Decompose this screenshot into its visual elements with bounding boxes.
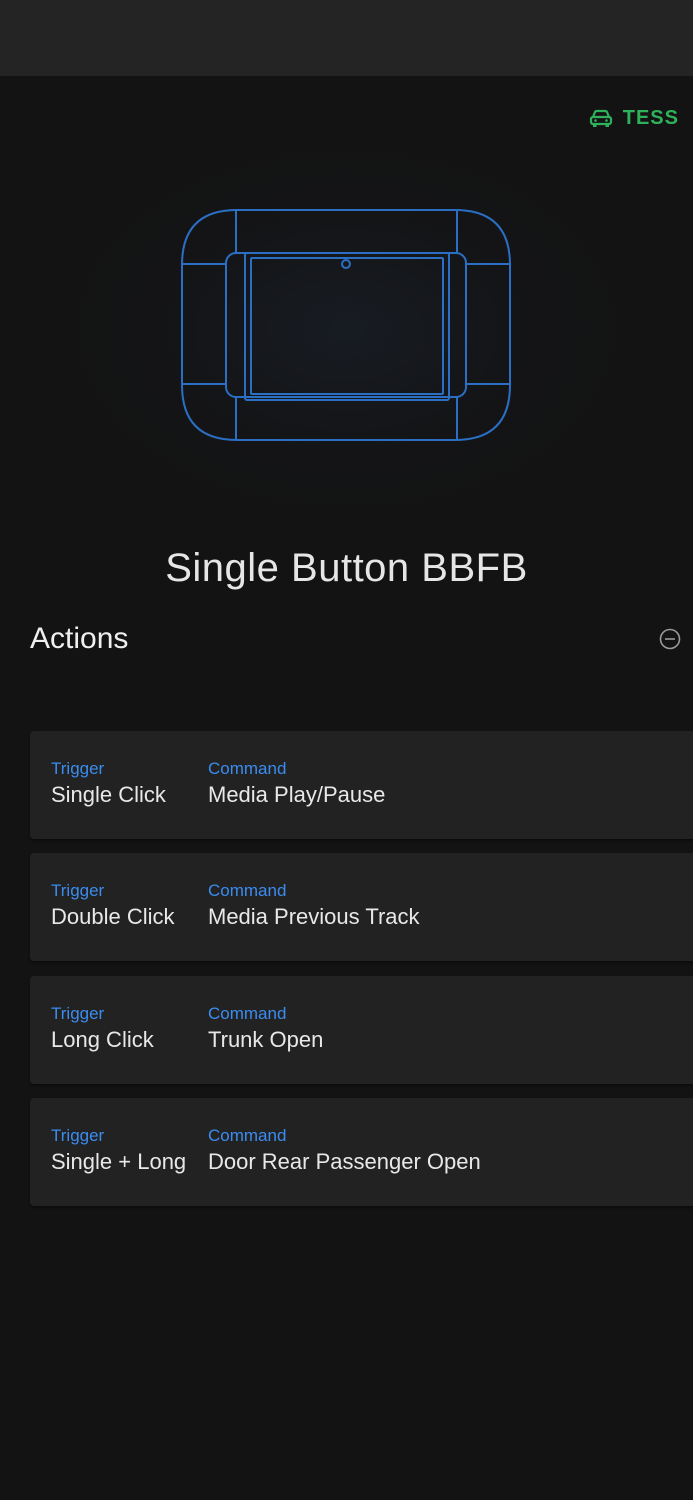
trigger-value: Double Click [51, 904, 175, 929]
trigger-column: Trigger Single + Long [51, 1126, 186, 1178]
command-label: Command [208, 1004, 287, 1023]
vehicle-name: TESS [622, 107, 679, 129]
vehicle-selector[interactable]: TESS [589, 107, 679, 130]
command-value: Media Previous Track [208, 904, 420, 929]
command-column: Command Trunk Open [208, 1004, 323, 1056]
trigger-label: Trigger [51, 1004, 105, 1023]
car-icon [589, 109, 613, 129]
trigger-column: Trigger Double Click [51, 881, 175, 933]
device-name: Single Button BBFB [165, 546, 528, 590]
trigger-label: Trigger [51, 1126, 105, 1145]
action-card[interactable]: Trigger Long Click Command Trunk Open [30, 976, 693, 1084]
trigger-value: Single + Long [51, 1149, 187, 1174]
command-column: Command Media Previous Track [208, 881, 420, 933]
command-column: Command Media Play/Pause [208, 759, 385, 811]
command-value: Media Play/Pause [208, 782, 386, 807]
collapse-actions-button[interactable] [659, 628, 681, 650]
trigger-column: Trigger Single Click [51, 759, 166, 811]
top-bar [0, 0, 693, 76]
command-label: Command [208, 759, 287, 778]
device-illustration [60, 140, 633, 520]
actions-header: Actions [30, 622, 129, 655]
trigger-value: Long Click [51, 1027, 154, 1052]
command-value: Trunk Open [208, 1027, 324, 1052]
trigger-label: Trigger [51, 881, 105, 900]
command-value: Door Rear Passenger Open [208, 1149, 481, 1174]
action-card[interactable]: Trigger Single Click Command Media Play/… [30, 731, 693, 839]
trigger-column: Trigger Long Click [51, 1004, 154, 1056]
trigger-value: Single Click [51, 782, 166, 807]
action-card[interactable]: Trigger Double Click Command Media Previ… [30, 853, 693, 961]
command-column: Command Door Rear Passenger Open [208, 1126, 481, 1178]
command-label: Command [208, 1126, 287, 1145]
button-device-icon [181, 209, 511, 441]
command-label: Command [208, 881, 287, 900]
action-card[interactable]: Trigger Single + Long Command Door Rear … [30, 1098, 693, 1206]
minus-circle-icon [659, 628, 681, 650]
trigger-label: Trigger [51, 759, 105, 778]
